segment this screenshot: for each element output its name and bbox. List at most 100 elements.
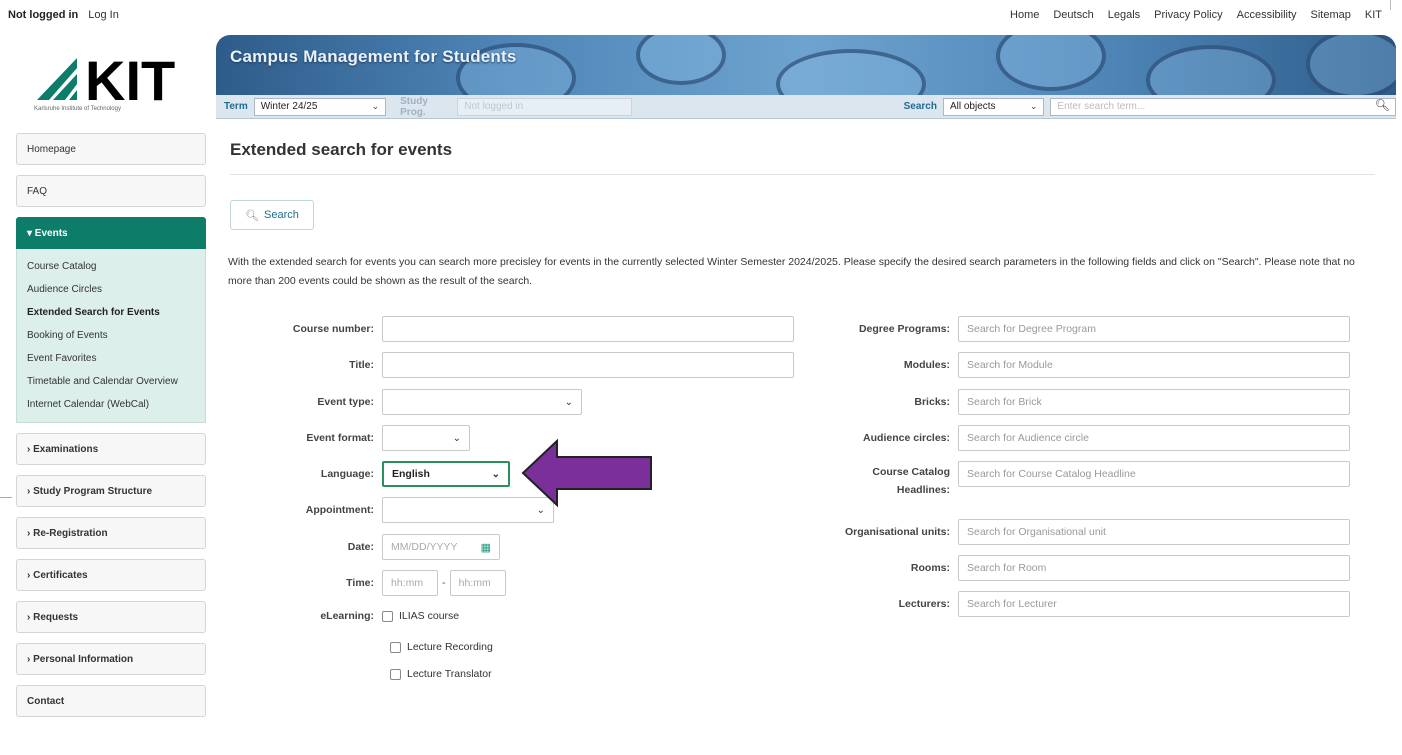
chevron-down-icon: ⌄ <box>452 432 461 444</box>
time-to-input[interactable]: hh:mm <box>449 570 506 596</box>
intro-text: With the extended search for events you … <box>228 256 1355 287</box>
bricks-input[interactable]: Search for Brick <box>958 389 1350 415</box>
page-title: Extended search for events <box>230 140 1375 175</box>
sidebar-item-study-program[interactable]: › Study Program Structure <box>16 475 206 507</box>
link-home[interactable]: Home <box>1010 9 1039 21</box>
banner-title: Campus Management for Students <box>230 47 517 66</box>
event-type-label: Event type: <box>317 396 374 408</box>
sidebar-nav: Homepage FAQ ▾ Events Course Catalog Aud… <box>16 133 206 727</box>
checkbox-box[interactable] <box>390 641 401 653</box>
bricks-label: Bricks: <box>914 396 950 408</box>
magnifier-icon: 🔍︎ <box>245 209 260 222</box>
link-privacy[interactable]: Privacy Policy <box>1154 9 1222 21</box>
degree-label: Degree Programs: <box>858 323 950 335</box>
title-row: Title: <box>236 352 794 378</box>
ilias-course-checkbox[interactable]: ILIAS course <box>382 610 459 622</box>
banner-decoration <box>1306 35 1396 95</box>
link-legals[interactable]: Legals <box>1108 9 1140 21</box>
audience-input[interactable]: Search for Audience circle <box>958 425 1350 451</box>
search-button[interactable]: 🔍︎ Search <box>230 200 314 230</box>
org-row: Organisational units: Search for Organis… <box>806 519 1350 545</box>
link-sitemap[interactable]: Sitemap <box>1311 9 1351 21</box>
annotation-arrow-icon <box>521 438 652 508</box>
calendar-icon[interactable]: ▦ <box>481 541 491 554</box>
org-input[interactable]: Search for Organisational unit <box>958 519 1350 545</box>
lecturers-row: Lecturers: Search for Lecturer <box>806 591 1350 617</box>
logo-text: KIT <box>85 49 175 104</box>
search-label: Search <box>903 101 937 112</box>
sidebar-item-audience-circles[interactable]: Audience Circles <box>17 278 205 301</box>
event-format-label: Event format: <box>306 432 374 444</box>
kit-logo[interactable]: KIT Karlsruhe Institute of Technology <box>18 38 208 122</box>
time-from-input[interactable]: hh:mm <box>382 570 438 596</box>
course-number-input[interactable] <box>382 316 794 342</box>
language-select-value: English <box>392 468 430 480</box>
sidebar-item-re-registration[interactable]: › Re-Registration <box>16 517 206 549</box>
course-number-row: Course number: <box>236 316 794 342</box>
checkbox-box[interactable] <box>382 610 393 622</box>
link-deutsch[interactable]: Deutsch <box>1053 9 1093 21</box>
main-content: Extended search for events 🔍︎ Search Wit… <box>228 140 1390 287</box>
sidebar-item-personal-info[interactable]: › Personal Information <box>16 643 206 675</box>
sidebar-item-extended-search[interactable]: Extended Search for Events <box>17 301 205 324</box>
link-accessibility[interactable]: Accessibility <box>1237 9 1297 21</box>
language-label: Language: <box>320 468 374 480</box>
search-button-label: Search <box>264 209 299 221</box>
ilias-course-label: ILIAS course <box>399 610 460 622</box>
sidebar-item-certificates[interactable]: › Certificates <box>16 559 206 591</box>
kit-logo-mark: KIT <box>37 49 175 104</box>
appointment-row: Appointment: ⌄ <box>236 497 554 523</box>
search-icon[interactable]: 🔍︎ <box>1375 98 1390 112</box>
elearning-row: eLearning: ILIAS course <box>236 610 459 622</box>
catalog-input[interactable]: Search for Course Catalog Headline <box>958 461 1350 487</box>
sidebar-item-favorites[interactable]: Event Favorites <box>17 347 205 370</box>
chevron-down-icon: ⌄ <box>491 468 500 480</box>
modules-input[interactable]: Search for Module <box>958 352 1350 378</box>
lecturers-input[interactable]: Search for Lecturer <box>958 591 1350 617</box>
link-kit[interactable]: KIT <box>1365 9 1382 21</box>
title-input[interactable] <box>382 352 794 378</box>
date-row: Date: MM/DD/YYYY ▦ <box>236 534 500 560</box>
time-separator: - <box>442 577 446 589</box>
sidebar-item-contact[interactable]: Contact <box>16 685 206 717</box>
event-format-select[interactable]: ⌄ <box>382 425 470 451</box>
lecture-recording-checkbox[interactable]: Lecture Recording <box>390 641 493 653</box>
lecture-recording-row: Lecture Recording <box>390 641 493 653</box>
term-select[interactable]: Winter 24/25 ⌄ <box>253 97 387 116</box>
search-scope-select[interactable]: All objects ⌄ <box>942 97 1045 116</box>
study-prog-label: Study Prog. <box>400 95 428 118</box>
audience-label: Audience circles: <box>863 432 950 444</box>
events-submenu: Course Catalog Audience Circles Extended… <box>16 249 206 423</box>
sidebar-item-requests[interactable]: › Requests <box>16 601 206 633</box>
bricks-row: Bricks: Search for Brick <box>806 389 1350 415</box>
search-scope-value: All objects <box>949 101 996 112</box>
sidebar-item-webcal[interactable]: Internet Calendar (WebCal) <box>17 393 205 416</box>
header-banner: Campus Management for Students <box>216 35 1396 95</box>
sidebar-item-faq[interactable]: FAQ <box>16 175 206 207</box>
event-type-select[interactable]: ⌄ <box>382 389 582 415</box>
sidebar-item-events[interactable]: ▾ Events <box>16 217 206 249</box>
lecture-translator-checkbox[interactable]: Lecture Translator <box>390 668 492 680</box>
logo-subtitle: Karlsruhe Institute of Technology <box>34 106 121 112</box>
degree-row: Degree Programs: Search for Degree Progr… <box>806 316 1350 342</box>
language-select[interactable]: English ⌄ <box>382 461 510 487</box>
lecture-recording-label: Lecture Recording <box>407 641 493 653</box>
date-input[interactable]: MM/DD/YYYY ▦ <box>382 534 500 560</box>
login-link[interactable]: Log In <box>88 9 119 21</box>
degree-input[interactable]: Search for Degree Program <box>958 316 1350 342</box>
catalog-label-line2: Headlines: <box>896 484 950 496</box>
sidebar-item-booking[interactable]: Booking of Events <box>17 324 205 347</box>
rooms-input[interactable]: Search for Room <box>958 555 1350 581</box>
course-number-label: Course number: <box>292 323 374 335</box>
banner-decoration <box>776 49 926 95</box>
header-search-bar: Term Winter 24/25 ⌄ Study Prog. Not logg… <box>216 95 1396 119</box>
lecture-translator-row: Lecture Translator <box>390 668 492 680</box>
date-label: Date: <box>347 541 374 553</box>
header-search-input[interactable]: Enter search term... <box>1050 97 1396 116</box>
checkbox-box[interactable] <box>390 668 401 680</box>
sidebar-item-timetable[interactable]: Timetable and Calendar Overview <box>17 370 205 393</box>
org-label: Organisational units: <box>844 526 950 538</box>
sidebar-item-course-catalog[interactable]: Course Catalog <box>17 255 205 278</box>
sidebar-item-homepage[interactable]: Homepage <box>16 133 206 165</box>
sidebar-item-examinations[interactable]: › Examinations <box>16 433 206 465</box>
